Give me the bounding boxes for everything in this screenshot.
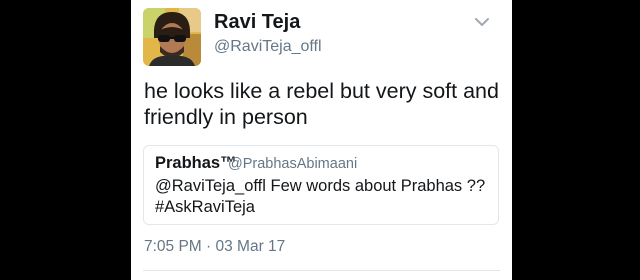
tweet-text-line: he looks like a rebel but very soft and	[144, 79, 499, 103]
avatar-image	[143, 8, 201, 66]
tweet-timestamp[interactable]: 7:05 PM · 03 Mar 17	[144, 238, 285, 256]
tweet-card: Ravi Teja @RaviTeja_offl he looks like a…	[131, 0, 512, 280]
tweet-text: he looks like a rebel but very soft and …	[144, 78, 504, 130]
quoted-author-name: Prabhas™	[155, 154, 237, 172]
screen: Ravi Teja @RaviTeja_offl he looks like a…	[0, 0, 640, 280]
author-handle[interactable]: @RaviTeja_offl	[214, 38, 322, 56]
quoted-tweet-hashtag: #AskRaviTeja	[155, 198, 255, 216]
tweet-menu-button[interactable]	[471, 14, 493, 30]
divider	[143, 270, 500, 271]
quoted-tweet-text: @RaviTeja_offl Few words about Prabhas ?…	[155, 177, 486, 195]
tweet-text-line: friendly in person	[144, 105, 308, 129]
author-display-name[interactable]: Ravi Teja	[214, 11, 300, 34]
chevron-down-icon	[475, 18, 489, 26]
quoted-tweet[interactable]: Prabhas™ @PrabhasAbimaani @RaviTeja_offl…	[143, 145, 499, 225]
avatar[interactable]	[143, 8, 201, 66]
quoted-author-handle: @PrabhasAbimaani	[228, 156, 358, 172]
